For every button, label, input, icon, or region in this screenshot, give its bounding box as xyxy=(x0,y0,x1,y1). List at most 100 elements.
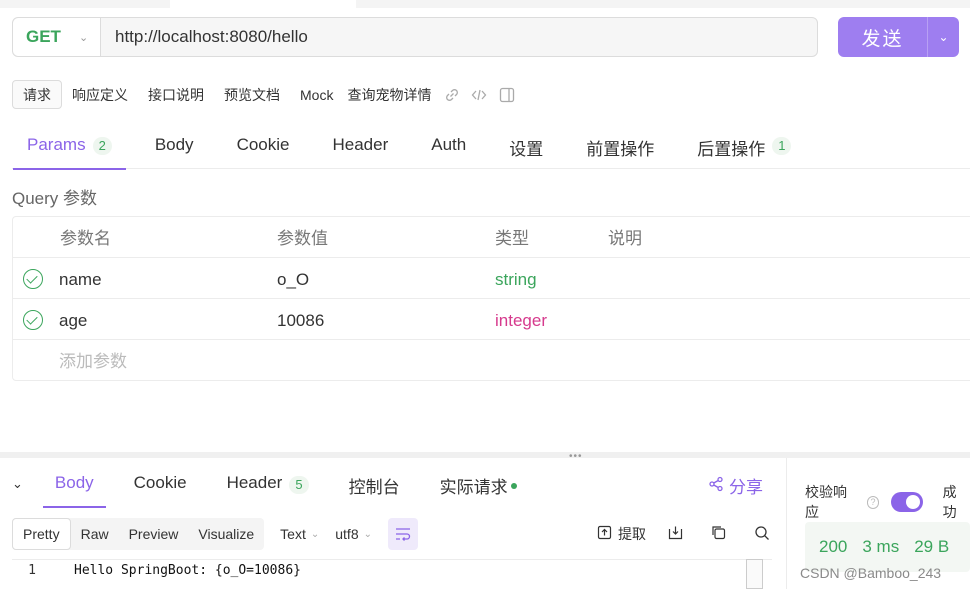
status-code: 200 xyxy=(819,537,848,556)
side-panel-icon[interactable] xyxy=(499,87,515,103)
response-body-text[interactable]: Hello SpringBoot: {o_O=10086} xyxy=(74,563,301,578)
params-count-badge: 2 xyxy=(92,137,112,155)
panel-splitter[interactable]: ••• xyxy=(0,451,970,462)
tab-params-label: Params xyxy=(27,135,86,154)
column-header-value: 参数值 xyxy=(277,229,328,248)
table-header-row: 参数名 参数值 类型 说明 xyxy=(13,217,970,258)
subtab-response-definition[interactable]: 响应定义 xyxy=(62,80,138,109)
verify-label: 校验响应 xyxy=(805,484,847,520)
param-value[interactable]: o_O xyxy=(277,258,309,299)
method-label: GET xyxy=(26,27,61,46)
extract-icon[interactable] xyxy=(597,525,612,543)
param-name[interactable]: age xyxy=(59,299,87,340)
send-button-group: 发送 ⌄ xyxy=(838,17,959,57)
format-pretty[interactable]: Pretty xyxy=(12,518,71,550)
tab-cookie[interactable]: Cookie xyxy=(237,127,290,169)
type-select[interactable]: Text ⌄ xyxy=(280,526,319,542)
copy-icon[interactable] xyxy=(711,525,726,543)
chevron-down-icon: ⌄ xyxy=(363,528,372,540)
subtab-query-pet[interactable]: 查询宠物详情 xyxy=(343,80,433,109)
tab-post-label: 后置操作 xyxy=(697,140,766,159)
download-icon[interactable] xyxy=(668,525,683,543)
chevron-down-icon: ⌄ xyxy=(78,31,89,44)
subtab-mock[interactable]: Mock xyxy=(290,80,343,109)
panel-divider xyxy=(786,458,787,589)
line-number: 1 xyxy=(28,563,36,578)
active-window-tab[interactable] xyxy=(170,0,356,8)
format-raw[interactable]: Raw xyxy=(71,518,119,550)
verify-toggle[interactable] xyxy=(891,492,923,512)
request-subtabs: 请求 响应定义 接口说明 预览文档 Mock 查询宠物详情 xyxy=(12,80,515,109)
request-tabs: Params 2 Body Cookie Header Auth 设置 前置操作… xyxy=(12,127,970,170)
tab-auth[interactable]: Auth xyxy=(431,127,466,169)
search-icon[interactable] xyxy=(754,525,770,544)
tab-header[interactable]: Header xyxy=(332,127,388,169)
response-size: 29 B xyxy=(914,537,950,556)
header-count-badge: 5 xyxy=(289,476,309,494)
encoding-select[interactable]: utf8 ⌄ xyxy=(335,526,372,542)
column-header-description: 说明 xyxy=(608,229,642,248)
param-type[interactable]: string xyxy=(495,258,537,299)
tab-settings[interactable]: 设置 xyxy=(509,127,543,169)
share-label: 分享 xyxy=(729,478,763,497)
tab-post-operations[interactable]: 后置操作 1 xyxy=(697,127,792,169)
actual-request-label: 实际请求 xyxy=(439,478,508,497)
collapse-chevron-icon[interactable]: ⌄ xyxy=(12,466,23,492)
help-icon[interactable]: ? xyxy=(866,495,880,509)
subtab-request[interactable]: 请求 xyxy=(12,80,62,109)
format-visualize[interactable]: Visualize xyxy=(188,518,264,550)
response-tabs: ⌄ Body Cookie Header 5 控制台 实际请求 xyxy=(12,466,772,508)
add-param-input[interactable]: 添加参数 xyxy=(59,340,127,381)
format-switch: Pretty Raw Preview Visualize xyxy=(12,518,265,550)
response-tab-console[interactable]: 控制台 xyxy=(349,466,400,508)
send-button[interactable]: 发送 xyxy=(838,24,927,51)
tab-params[interactable]: Params 2 xyxy=(13,127,126,170)
code-icon[interactable] xyxy=(471,88,487,102)
link-icon[interactable] xyxy=(445,88,459,102)
verify-response-row: 校验响应 ? 成功 xyxy=(805,482,970,522)
chevron-down-icon: ⌄ xyxy=(310,528,320,540)
send-options-chevron-icon[interactable]: ⌄ xyxy=(928,30,959,44)
extract-button[interactable]: 提取 xyxy=(618,524,646,544)
enabled-check-icon[interactable] xyxy=(23,269,43,289)
tab-pre-operations[interactable]: 前置操作 xyxy=(586,127,654,169)
format-preview[interactable]: Preview xyxy=(119,518,189,550)
query-params-title: Query 参数 xyxy=(12,189,98,208)
column-header-name: 参数名 xyxy=(60,229,111,248)
response-header-label: Header xyxy=(226,473,283,492)
response-tab-cookie[interactable]: Cookie xyxy=(134,466,187,508)
param-value[interactable]: 10086 xyxy=(277,299,324,340)
share-button[interactable]: 分享 xyxy=(708,473,763,498)
wrap-icon xyxy=(396,528,411,541)
code-line: 1 Hello SpringBoot: {o_O=10086} xyxy=(12,559,772,581)
param-type[interactable]: integer xyxy=(495,299,547,340)
enabled-check-icon[interactable] xyxy=(23,310,43,330)
add-param-row: 添加参数 xyxy=(13,340,970,381)
drag-handle-icon[interactable]: ••• xyxy=(569,451,583,462)
verify-result-label: 成功 xyxy=(942,484,957,520)
type-select-value: Text xyxy=(280,526,306,542)
method-select[interactable]: GET ⌄ xyxy=(13,18,101,56)
response-toolbar: Pretty Raw Preview Visualize Text ⌄ utf8 ⌄ xyxy=(12,518,418,550)
table-row: name o_O string xyxy=(13,258,970,299)
query-params-table: 参数名 参数值 类型 说明 name o_O string age 10086 … xyxy=(12,216,970,381)
post-count-badge: 1 xyxy=(772,137,792,155)
subtab-api-docs[interactable]: 接口说明 xyxy=(138,80,214,109)
response-tab-body[interactable]: Body xyxy=(42,466,106,508)
response-tab-actual-request[interactable]: 实际请求 xyxy=(440,466,517,508)
request-url-bar: GET ⌄ xyxy=(12,17,818,57)
table-row: age 10086 integer xyxy=(13,299,970,340)
status-dot xyxy=(510,483,517,489)
tab-body[interactable]: Body xyxy=(155,127,194,169)
param-name[interactable]: name xyxy=(59,258,102,299)
encoding-select-value: utf8 xyxy=(335,526,359,542)
url-input[interactable] xyxy=(101,27,701,47)
window-top-strip xyxy=(0,0,970,8)
code-scrollbar[interactable] xyxy=(746,559,763,589)
subtab-preview-docs[interactable]: 预览文档 xyxy=(214,80,290,109)
word-wrap-button[interactable] xyxy=(388,518,418,550)
response-tools: 提取 xyxy=(597,524,776,544)
watermark: CSDN @Bamboo_243 xyxy=(800,565,942,581)
response-tab-header[interactable]: Header 5 xyxy=(227,466,309,508)
share-icon xyxy=(708,476,724,496)
